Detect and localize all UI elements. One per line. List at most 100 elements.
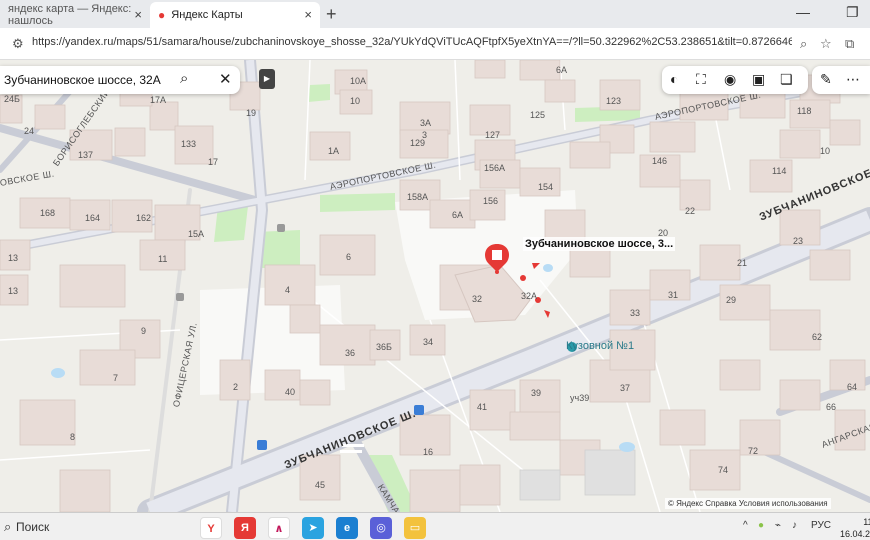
volume-icon[interactable]: ♪ bbox=[792, 520, 797, 531]
house-number: 17А bbox=[150, 95, 167, 105]
house-number: 168 bbox=[40, 208, 56, 218]
house-number: 37 bbox=[620, 383, 631, 393]
tab-yandex-search[interactable]: яндекс карта — Яндекс: нашлось × bbox=[0, 2, 150, 28]
close-tab-icon[interactable]: × bbox=[304, 7, 312, 22]
collections-icon[interactable]: ⧉ bbox=[845, 36, 854, 52]
house-number: 133 bbox=[181, 139, 197, 149]
house-number: 17 bbox=[208, 157, 219, 167]
tray-app-icon[interactable]: ● bbox=[758, 520, 764, 531]
language-indicator[interactable]: РУС bbox=[811, 520, 831, 531]
house-number: 11 bbox=[158, 254, 168, 264]
map-extra-toolbar: ✎ ⋯ bbox=[812, 66, 870, 94]
address-bar: ⚙ https://yandex.ru/maps/51/samara/house… bbox=[0, 28, 870, 60]
chevron-up-icon[interactable]: ^ bbox=[743, 520, 748, 531]
house-number: 156 bbox=[483, 196, 499, 206]
house-number: 123 bbox=[606, 96, 622, 106]
house-number: 6А bbox=[452, 210, 464, 220]
zoom-icon[interactable]: ⌕ bbox=[800, 36, 807, 52]
house-number: 1А bbox=[328, 146, 340, 156]
house-number: 13 bbox=[8, 253, 19, 263]
house-number: 7 bbox=[113, 373, 119, 383]
house-number: 34 bbox=[423, 337, 434, 347]
house-number: 10 bbox=[350, 96, 361, 106]
date: 16.04.2024 bbox=[840, 529, 870, 539]
house-number: 10 bbox=[820, 146, 831, 156]
search-icon[interactable]: ⌕ bbox=[4, 519, 11, 535]
collapse-panel-button[interactable]: ▶ bbox=[259, 69, 275, 89]
house-number: 36 bbox=[345, 348, 356, 358]
taskbar-search[interactable]: Поиск bbox=[16, 520, 49, 534]
ruler-icon[interactable]: ✎ bbox=[820, 71, 832, 88]
more-icon[interactable]: ⋯ bbox=[846, 71, 860, 88]
file-explorer-icon[interactable]: ▭ bbox=[404, 517, 426, 539]
house-number: 16 bbox=[423, 447, 434, 457]
selected-place-label[interactable]: Зубчаниновское шоссе, 3... bbox=[523, 237, 676, 251]
tab-bar: яндекс карта — Яндекс: нашлось × ● Яндек… bbox=[0, 0, 870, 28]
new-tab-icon[interactable]: + bbox=[326, 4, 337, 25]
house-number: 9 bbox=[141, 326, 147, 336]
tune-icon[interactable]: ⚙ bbox=[12, 36, 24, 52]
yandex-icon[interactable]: Я bbox=[234, 517, 256, 539]
search-box[interactable]: Зубчаниновское шоссе, 32А ⌕ ✕ bbox=[0, 66, 240, 94]
transport-icon[interactable]: ▣ bbox=[752, 71, 765, 88]
house-number: 64 bbox=[847, 382, 858, 392]
house-number: 6А bbox=[556, 65, 568, 75]
house-number: 8 bbox=[70, 432, 76, 442]
restore-icon[interactable]: ❐ bbox=[846, 4, 859, 21]
house-number: уч39 bbox=[570, 393, 590, 403]
network-icon[interactable]: ⌁ bbox=[775, 520, 781, 531]
map-layers-toolbar: ◐ ⛶ ◉ ▣ ❏ bbox=[662, 66, 808, 94]
favorite-star-icon[interactable]: ☆ bbox=[820, 36, 832, 52]
map-drawing bbox=[0, 60, 870, 512]
edge-icon[interactable]: e bbox=[336, 517, 358, 539]
url-field[interactable]: https://yandex.ru/maps/51/samara/house/z… bbox=[32, 36, 792, 48]
map-pin-icon: ● bbox=[158, 8, 166, 22]
search-icon[interactable]: ⌕ bbox=[180, 70, 188, 87]
telegram-icon[interactable]: ➤ bbox=[302, 517, 324, 539]
house-number: 158А bbox=[407, 192, 429, 202]
minimize-icon[interactable]: — bbox=[796, 4, 810, 20]
house-number: 32 bbox=[472, 294, 483, 304]
house-number: 21 bbox=[737, 258, 748, 268]
tab-label: яндекс карта — Яндекс: нашлось bbox=[8, 3, 132, 27]
house-number: 66 bbox=[826, 402, 837, 412]
house-number: 23 bbox=[793, 236, 804, 246]
clear-icon[interactable]: ✕ bbox=[219, 70, 232, 88]
house-number: 4 bbox=[285, 285, 291, 295]
house-number: 137 bbox=[78, 150, 94, 160]
close-tab-icon[interactable]: × bbox=[134, 7, 142, 22]
house-number: 45 bbox=[315, 480, 326, 490]
house-number: 31 bbox=[668, 290, 679, 300]
copyright[interactable]: © Яндекс Справка Условия использования bbox=[665, 498, 831, 509]
house-number: 33 bbox=[630, 308, 641, 318]
panorama-icon[interactable]: ⛶ bbox=[696, 71, 706, 88]
house-number: 29 bbox=[726, 295, 737, 305]
house-number: 164 bbox=[85, 213, 101, 223]
house-number: 13 bbox=[8, 286, 19, 296]
map-canvas[interactable]: 24Б 24 137 17А 17 133 19 10А 10 3А 3 1А … bbox=[0, 60, 870, 512]
search-input[interactable]: Зубчаниновское шоссе, 32А bbox=[4, 73, 161, 87]
traffic-icon[interactable]: ◉ bbox=[724, 71, 736, 88]
house-number: 72 bbox=[748, 446, 759, 456]
clock[interactable]: 11:28 16.04.2024 bbox=[840, 516, 870, 540]
house-number: 146 bbox=[652, 156, 668, 166]
app-icon-2[interactable]: ◎ bbox=[370, 517, 392, 539]
house-number: 24 bbox=[24, 126, 35, 136]
house-number: 24Б bbox=[4, 94, 20, 104]
house-number: 19 bbox=[246, 108, 257, 118]
app-icon[interactable]: ∧ bbox=[268, 517, 290, 539]
tab-yandex-maps[interactable]: ● Яндекс Карты × bbox=[150, 2, 320, 28]
yandex-browser-icon[interactable]: Y bbox=[200, 517, 222, 539]
house-number: 6 bbox=[346, 252, 352, 262]
poi-label[interactable]: Кузовной №1 bbox=[566, 340, 634, 352]
house-number: 125 bbox=[530, 110, 546, 120]
house-number: 36Б bbox=[376, 342, 392, 352]
layers-icon[interactable]: ◐ bbox=[670, 71, 678, 87]
taskbar: ⌕ Поиск Y Я ∧ ➤ e ◎ ▭ ^ ● ⌁ ♪ РУС 11:28 … bbox=[0, 512, 870, 540]
house-number: 162 bbox=[136, 213, 152, 223]
house-number: 154 bbox=[538, 182, 554, 192]
house-number: 41 bbox=[477, 402, 488, 412]
pages-icon[interactable]: ❏ bbox=[780, 71, 793, 88]
time: 11:28 bbox=[863, 517, 870, 527]
house-number: 129 bbox=[410, 138, 426, 148]
